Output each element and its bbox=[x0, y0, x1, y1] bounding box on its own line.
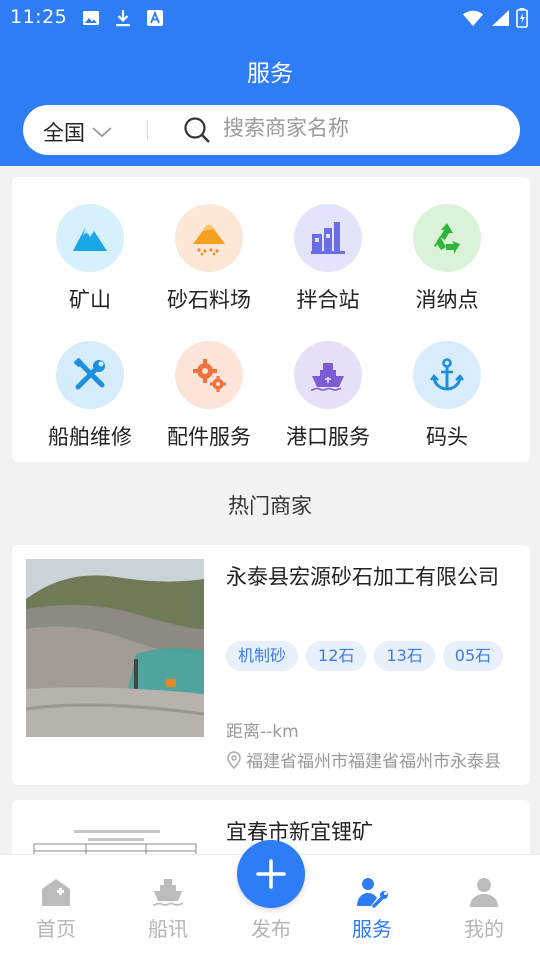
category-label: 配件服务 bbox=[167, 425, 251, 449]
hot-merchants-title: 热门商家 bbox=[228, 494, 312, 518]
home-icon bbox=[42, 879, 70, 906]
wifi-icon bbox=[463, 10, 483, 26]
divider bbox=[147, 120, 148, 140]
header: 服务 全国 bbox=[0, 36, 540, 166]
tag-list: 机制砂 12石 13石 05石 bbox=[226, 641, 516, 671]
category-label: 船舶维修 bbox=[48, 425, 132, 449]
merchant-photo bbox=[26, 559, 204, 737]
merchant-distance: 距离--km bbox=[226, 722, 299, 742]
page-title: 服务 bbox=[247, 61, 293, 87]
category-icon-bg bbox=[56, 204, 124, 272]
product-tag: 机制砂 bbox=[226, 641, 299, 671]
region-selector[interactable]: 全国 bbox=[43, 117, 113, 147]
search-icon bbox=[184, 117, 210, 143]
merchant-name: 永泰县宏源砂石加工有限公司 bbox=[226, 565, 499, 589]
category-parts-service[interactable]: 配件服务 bbox=[149, 341, 269, 451]
tab-label: 船讯 bbox=[148, 917, 188, 941]
mountain-icon bbox=[73, 228, 107, 251]
gears-icon bbox=[193, 359, 226, 392]
service-icon bbox=[357, 878, 388, 908]
category-grid: 矿山 砂石料场 拌合站 消纳点 船舶维修 配件服务 港口服务 码头 bbox=[12, 177, 530, 462]
image-icon bbox=[83, 11, 99, 25]
merchant-address: 福建省福州市福建省福州市永泰县 bbox=[226, 747, 516, 772]
search-bar: 全国 bbox=[23, 105, 520, 155]
region-label: 全国 bbox=[43, 121, 85, 145]
category-mixing-station[interactable]: 拌合站 bbox=[268, 204, 388, 314]
tab-mine[interactable]: 我的 bbox=[434, 875, 534, 942]
category-label: 消纳点 bbox=[415, 288, 479, 312]
plus-icon bbox=[256, 859, 286, 889]
battery-icon bbox=[516, 8, 528, 28]
category-disposal-site[interactable]: 消纳点 bbox=[387, 204, 507, 314]
category-icon-bg bbox=[56, 341, 124, 409]
product-tag: 05石 bbox=[442, 641, 504, 671]
publish-button[interactable] bbox=[237, 840, 305, 908]
font-a-icon bbox=[147, 10, 163, 26]
category-port-service[interactable]: 港口服务 bbox=[268, 341, 388, 451]
category-label: 港口服务 bbox=[286, 425, 370, 449]
user-icon bbox=[470, 878, 498, 907]
category-icon-bg bbox=[294, 204, 362, 272]
status-time: 11:25 bbox=[10, 6, 68, 28]
recycle-icon bbox=[434, 223, 460, 254]
download-icon bbox=[116, 10, 130, 27]
anchor-icon bbox=[430, 358, 464, 391]
status-bar: 11:25 bbox=[0, 0, 540, 36]
search-input[interactable] bbox=[223, 116, 503, 140]
sand-pile-icon bbox=[193, 225, 225, 256]
category-icon-bg bbox=[413, 204, 481, 272]
location-pin-icon bbox=[227, 750, 241, 769]
tools-icon bbox=[73, 357, 105, 390]
tab-label: 首页 bbox=[36, 917, 76, 941]
category-label: 砂石料场 bbox=[167, 288, 251, 312]
tab-home[interactable]: 首页 bbox=[6, 875, 106, 942]
ship-icon bbox=[310, 363, 344, 391]
category-label: 拌合站 bbox=[296, 288, 360, 312]
tab-label: 我的 bbox=[464, 917, 504, 941]
category-ship-repair[interactable]: 船舶维修 bbox=[30, 341, 150, 451]
tab-ship-news[interactable]: 船讯 bbox=[118, 875, 218, 942]
product-tag: 12石 bbox=[306, 641, 367, 671]
category-mine[interactable]: 矿山 bbox=[30, 204, 150, 314]
merchant-address-text: 福建省福州市福建省福州市永泰县 bbox=[246, 752, 501, 772]
tab-label: 服务 bbox=[352, 917, 392, 941]
category-icon-bg bbox=[175, 204, 243, 272]
factory-icon bbox=[311, 222, 345, 254]
category-dock[interactable]: 码头 bbox=[387, 341, 507, 451]
publish-label[interactable]: 发布 bbox=[221, 913, 321, 942]
product-tag: 13石 bbox=[374, 641, 435, 671]
category-label: 矿山 bbox=[69, 288, 111, 312]
category-icon-bg bbox=[175, 341, 243, 409]
category-sand-yard[interactable]: 砂石料场 bbox=[149, 204, 269, 314]
ship-news-icon bbox=[152, 879, 184, 906]
merchant-card[interactable]: 永泰县宏源砂石加工有限公司 机制砂 12石 13石 05石 距离--km 福建省… bbox=[12, 545, 530, 785]
category-icon-bg bbox=[413, 341, 481, 409]
tab-service[interactable]: 服务 bbox=[322, 875, 422, 942]
signal-icon bbox=[492, 10, 509, 26]
category-icon-bg bbox=[294, 341, 362, 409]
category-label: 码头 bbox=[426, 425, 468, 449]
chevron-down-icon bbox=[92, 127, 112, 138]
